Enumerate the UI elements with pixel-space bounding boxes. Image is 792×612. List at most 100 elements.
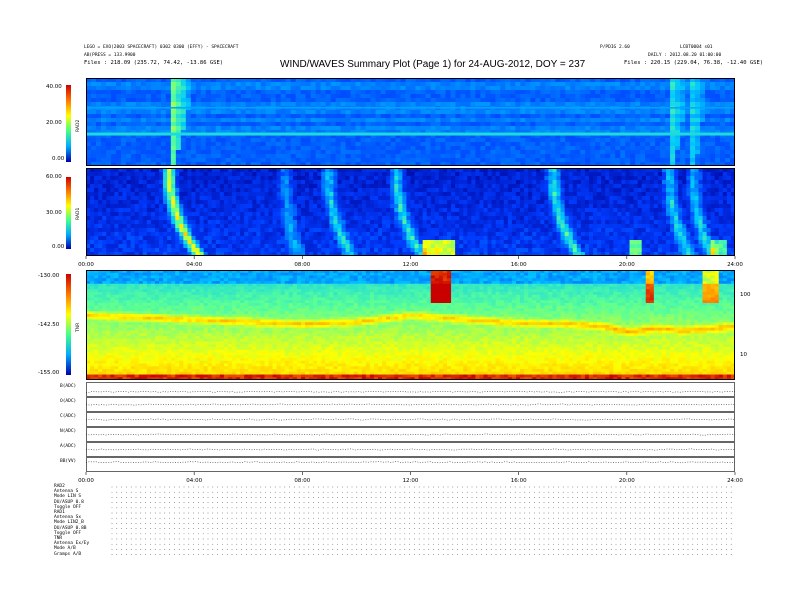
rad1-cell [284,248,290,253]
rad2-cell [570,102,576,107]
rad1-cell [414,224,420,229]
rad1-cell [276,200,282,205]
rad2-cell [480,102,486,107]
rad2-cell [100,90,107,95]
rad1-cell [227,220,233,225]
rad2-cell [320,126,327,131]
rad2-cell [600,138,606,143]
rad1-cell [438,208,444,213]
rad2-cell [110,158,117,163]
rad2-cell [420,138,426,143]
rad2-cell [525,118,531,123]
rad2-cell [640,150,646,155]
rad1-cell [309,240,314,245]
rad2-cell [90,138,97,143]
rad1-cell [309,196,314,201]
rad2-cell [665,126,671,131]
rad2-cell [190,86,197,91]
rad1-cell [313,192,318,197]
rad2-cell [685,94,691,99]
rad1-cell [471,196,476,201]
rad1-cell [264,196,270,201]
rad2-cell [110,126,117,131]
rad1-cell [398,236,403,241]
rad1-cell [248,208,253,213]
rad1-cell [102,232,107,237]
rad1-cell [309,248,314,253]
rad1-cell [183,208,188,213]
rad1-cell [142,232,148,237]
rad2-cell [725,138,731,143]
rad2-cell [225,146,232,151]
rad1-cell [154,244,160,249]
rad2-cell [250,118,257,123]
rad1-cell [373,232,379,237]
rad2-cell [675,82,681,87]
rad1-cell [430,200,436,205]
rad1-cell [183,248,188,253]
rad2-cell [100,114,107,119]
rad2-cell [340,114,347,119]
rad2-cell [335,90,342,95]
rad1-cell [353,212,359,217]
rad1-cell [365,196,371,201]
rad2-cell [210,86,217,91]
rad1-cell [410,224,416,229]
rad2-cell [270,126,277,131]
rad1-cell [398,224,403,229]
rad1-cell [236,224,241,229]
rad1-cell [256,244,261,249]
rad2-cell [510,138,516,143]
rad2-cell [585,142,591,147]
rad2-cell [340,94,347,99]
rad1-cell [467,224,472,229]
rad1-cell [369,212,375,217]
rad1-cell [349,208,355,213]
rad2-cell [350,86,357,91]
rad1-cell [154,228,160,233]
rad2-cell [575,142,581,147]
rad2-cell [255,118,262,123]
rad1-cell [130,224,136,229]
rad1-cell [130,176,136,181]
rad1-cell [410,228,416,233]
rad2-cell [525,114,531,119]
rad2-cell [465,126,471,131]
rad2-cell [145,94,152,99]
rad1-cell [159,208,164,213]
rad2-cell [345,122,352,127]
rad2-cell [395,86,402,91]
rad2-cell [340,90,347,95]
rad1-cell [122,240,128,245]
rad2-cell [400,122,407,127]
rad2-cell [155,158,162,163]
rad2-cell [220,118,227,123]
rad2-cell [640,94,646,99]
rad2-cell [620,150,626,155]
rad2-cell [175,142,182,147]
rad2-cell [465,138,471,143]
rad2-cell [565,146,571,151]
rad1-cell [232,172,237,177]
rad1-cell [171,192,176,197]
rad1-cell [276,192,282,197]
rad1-cell [154,204,160,209]
rad2-cell [405,154,411,159]
rad2-cell [315,86,322,91]
rad2-cell [380,150,387,155]
rad1-cell [296,196,302,201]
rad2-cell [315,118,322,123]
rad1-cell [90,224,95,229]
rad1-cell [280,204,286,209]
rad1-cell [142,180,148,185]
rad1-cell [211,240,217,245]
rad1-cell [386,244,391,249]
rad1-cell [211,208,217,213]
rad2-cell [450,126,456,131]
rad1-cell [179,240,184,245]
rad1-cell [365,228,371,233]
rad2-cell [350,146,357,151]
rad2-cell [480,90,486,95]
rad2-cell [295,122,302,127]
rad2-cell [315,158,322,163]
